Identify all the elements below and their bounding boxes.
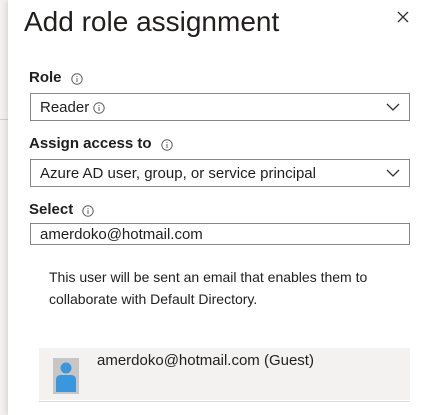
- selected-member-row[interactable]: amerdoko@hotmail.com (Guest): [39, 348, 410, 400]
- info-icon[interactable]: [82, 204, 94, 217]
- role-info-icon[interactable]: [93, 101, 105, 114]
- info-icon[interactable]: [160, 138, 173, 151]
- chevron-down-icon: [386, 103, 400, 111]
- background-divider: [0, 119, 8, 120]
- chevron-down-icon: [386, 169, 400, 177]
- assign-access-dropdown-value: Azure AD user, group, or service princip…: [40, 164, 316, 182]
- close-icon: [397, 11, 409, 23]
- guest-invite-notice: This user will be sent an email that ena…: [49, 269, 368, 307]
- select-label-row: Select: [29, 201, 94, 218]
- background-blade-edge: [0, 0, 8, 415]
- assign-access-dropdown[interactable]: Azure AD user, group, or service princip…: [30, 159, 410, 187]
- selected-member-name: amerdoko@hotmail.com (Guest): [97, 352, 314, 369]
- role-label: Role: [29, 69, 62, 86]
- user-avatar-icon: [53, 358, 79, 394]
- panel-title: Add role assignment: [24, 6, 280, 37]
- assign-access-label: Assign access to: [29, 135, 152, 152]
- select-search-input[interactable]: amerdoko@hotmail.com: [30, 223, 410, 245]
- select-search-value[interactable]: amerdoko@hotmail.com: [31, 226, 203, 243]
- close-button[interactable]: [394, 8, 412, 26]
- role-dropdown-value: Reader: [40, 98, 90, 116]
- add-role-assignment-panel: Add role assignment Role Reader Assign a…: [8, 0, 425, 415]
- role-dropdown[interactable]: Reader: [30, 93, 410, 121]
- assign-access-label-row: Assign access to: [29, 135, 173, 152]
- role-label-row: Role: [29, 69, 83, 86]
- result-divider: [39, 401, 410, 402]
- info-icon[interactable]: [70, 72, 83, 85]
- user-avatar: [53, 358, 79, 394]
- select-label: Select: [29, 201, 74, 218]
